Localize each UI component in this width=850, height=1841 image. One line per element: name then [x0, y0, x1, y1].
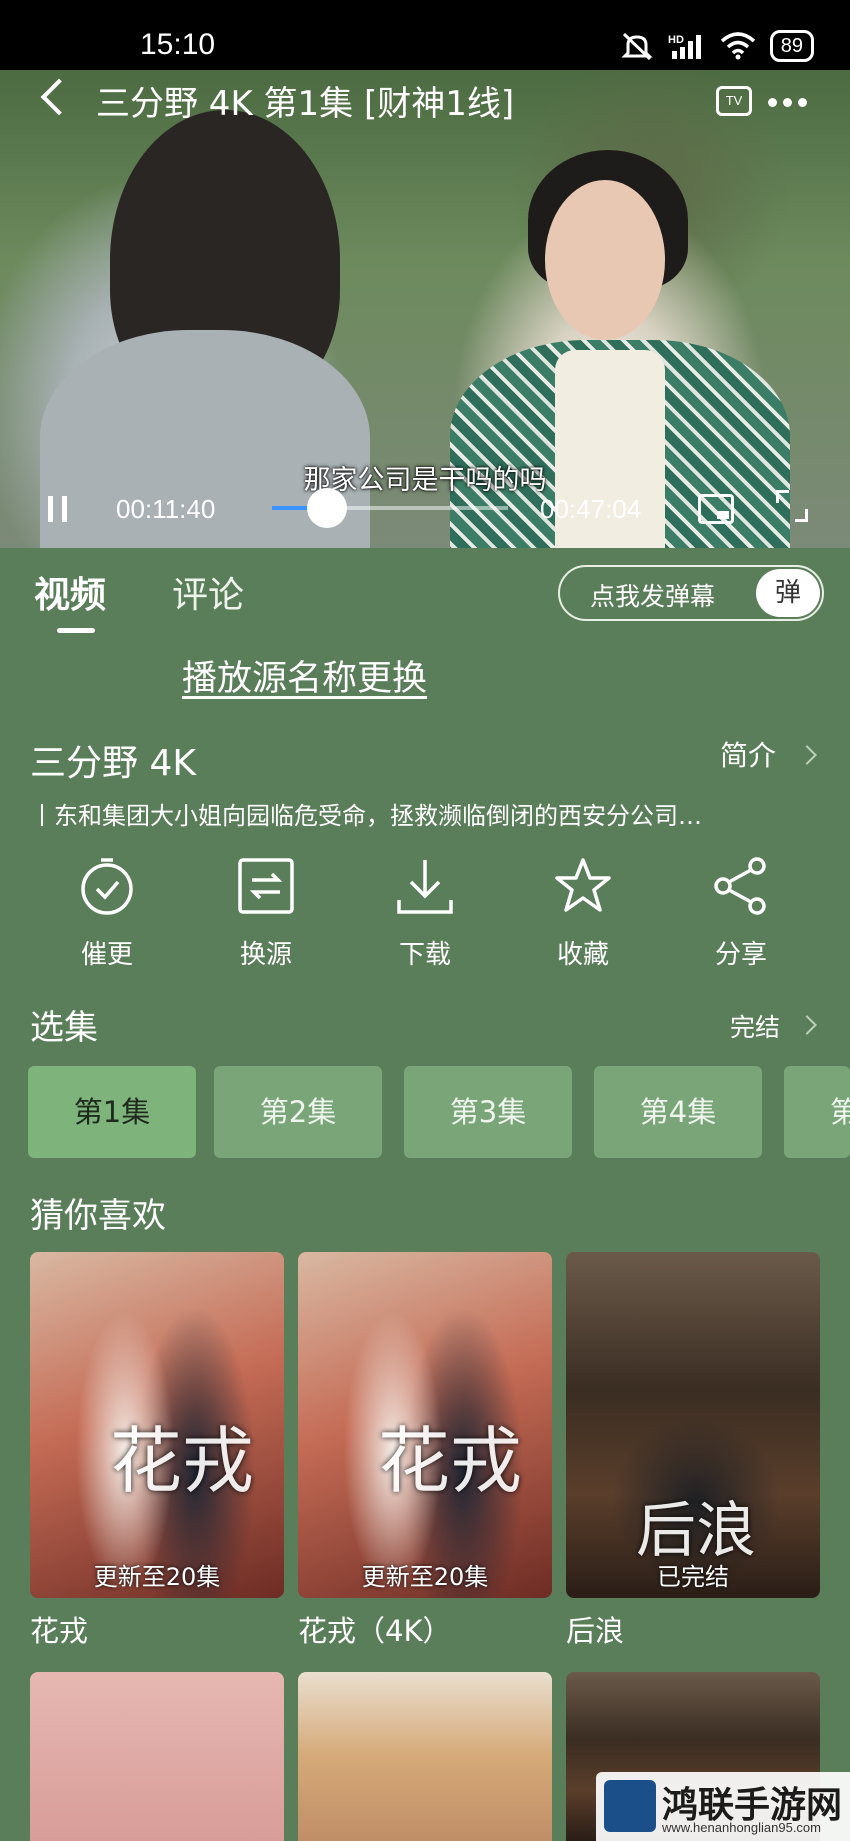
action-share[interactable]: 分享	[686, 856, 796, 971]
stopwatch-check-icon	[77, 856, 137, 916]
tab-video[interactable]: 视频	[34, 566, 106, 618]
share-icon	[711, 856, 771, 916]
recommend-heading: 猜你喜欢	[30, 1196, 166, 1236]
video-player[interactable]: 三分野 4K 第1集 [财神1线] TV 那家公司是干吗的吗 00:11:40 …	[0, 70, 850, 548]
tv-cast-icon[interactable]: TV	[716, 86, 752, 116]
intro-chevron-icon[interactable]	[797, 745, 817, 765]
status-bar: 15:10 HD 89	[0, 0, 850, 70]
recommend-title[interactable]: 花戎（4K）	[298, 1608, 552, 1650]
action-favorite[interactable]: 收藏	[528, 856, 638, 971]
tab-indicator	[57, 628, 95, 633]
poster-image[interactable]	[298, 1672, 552, 1841]
status-time: 15:10	[140, 28, 216, 61]
recommend-title[interactable]: 后浪	[566, 1608, 820, 1650]
send-danmaku-button[interactable]: 点我发弹幕 弹	[558, 565, 824, 621]
fullscreen-icon[interactable]	[776, 490, 808, 522]
switch-source-icon	[236, 856, 296, 916]
update-badge: 更新至20集	[93, 1563, 221, 1591]
action-label: 下载	[398, 940, 451, 970]
pause-icon[interactable]	[48, 496, 68, 522]
recommend-card[interactable]	[30, 1672, 284, 1841]
site-watermark: 鸿联手游网 www.henanhonglian95.com	[596, 1772, 850, 1841]
mute-icon	[621, 32, 653, 61]
episode-2[interactable]: 第2集	[214, 1066, 382, 1158]
status-icons: HD 89	[620, 30, 814, 62]
star-icon	[553, 856, 613, 916]
recommend-card[interactable]: 花戎 更新至20集 花戎（4K）	[298, 1252, 552, 1650]
action-urge-update[interactable]: 催更	[52, 856, 162, 971]
episode-4[interactable]: 第4集	[594, 1066, 762, 1158]
episode-1[interactable]: 第1集	[28, 1066, 196, 1158]
danmaku-label: 点我发弹幕	[590, 582, 716, 611]
poster-image[interactable]: 后浪 已完结	[566, 1252, 820, 1598]
action-label: 催更	[80, 940, 133, 970]
wifi-icon	[720, 32, 755, 60]
current-time: 00:11:40	[116, 494, 216, 524]
back-icon[interactable]	[40, 78, 78, 116]
player-title: 三分野 4K 第1集 [财神1线]	[96, 84, 515, 124]
episodes-chevron-icon[interactable]	[797, 1015, 817, 1035]
poster-image[interactable]	[30, 1672, 284, 1841]
episode-5[interactable]: 第	[784, 1066, 850, 1158]
recommend-card[interactable]: 后浪 已完结 后浪	[566, 1252, 820, 1650]
poster-title-art: 花戎	[378, 1419, 523, 1503]
recommend-title[interactable]: 花戎	[30, 1608, 284, 1650]
more-options-icon[interactable]	[768, 98, 807, 107]
recommend-card[interactable]	[298, 1672, 552, 1841]
poster-image[interactable]: 花戎 更新至20集	[298, 1252, 552, 1598]
svg-text:HD: HD	[668, 34, 684, 46]
signal-icon: HD	[668, 34, 701, 59]
show-description[interactable]: 丨东和集团大小姐向园临危受命，拯救濒临倒闭的西安分公司…	[30, 796, 820, 831]
download-icon	[395, 856, 455, 916]
action-label: 换源	[239, 940, 292, 970]
update-badge: 更新至20集	[361, 1563, 489, 1591]
poster-image[interactable]: 花戎 更新至20集	[30, 1252, 284, 1598]
video-frame-face	[545, 180, 665, 340]
action-label: 收藏	[556, 940, 609, 970]
watermark-url: www.henanhonglian95.com	[662, 1820, 821, 1835]
show-title: 三分野 4K	[30, 743, 196, 784]
danmaku-toggle[interactable]: 弹	[756, 569, 820, 617]
progress-thumb[interactable]	[307, 488, 348, 528]
player-top-bar: 三分野 4K 第1集 [财神1线] TV	[0, 70, 850, 150]
episode-3[interactable]: 第3集	[404, 1066, 572, 1158]
episodes-heading: 选集	[30, 1008, 98, 1048]
picture-in-picture-icon[interactable]	[698, 494, 734, 524]
watermark-logo-icon	[604, 1780, 656, 1832]
action-switch-source[interactable]: 换源	[211, 856, 321, 971]
recommend-card[interactable]: 花戎 更新至20集 花戎	[30, 1252, 284, 1650]
action-download[interactable]: 下载	[370, 856, 480, 971]
poster-title-art: 后浪	[636, 1496, 756, 1566]
battery-indicator: 89	[769, 30, 814, 62]
action-label: 分享	[714, 940, 767, 970]
update-badge: 已完结	[657, 1563, 729, 1591]
episodes-status[interactable]: 完结	[730, 1008, 780, 1044]
intro-link[interactable]: 简介	[720, 734, 776, 774]
video-subtitle: 那家公司是干吗的吗	[303, 465, 547, 496]
source-change-link[interactable]: 播放源名称更换	[182, 650, 427, 701]
duration-time: 00:47:04	[540, 494, 642, 524]
tab-comments[interactable]: 评论	[172, 566, 244, 618]
poster-title-art: 花戎	[110, 1419, 255, 1503]
